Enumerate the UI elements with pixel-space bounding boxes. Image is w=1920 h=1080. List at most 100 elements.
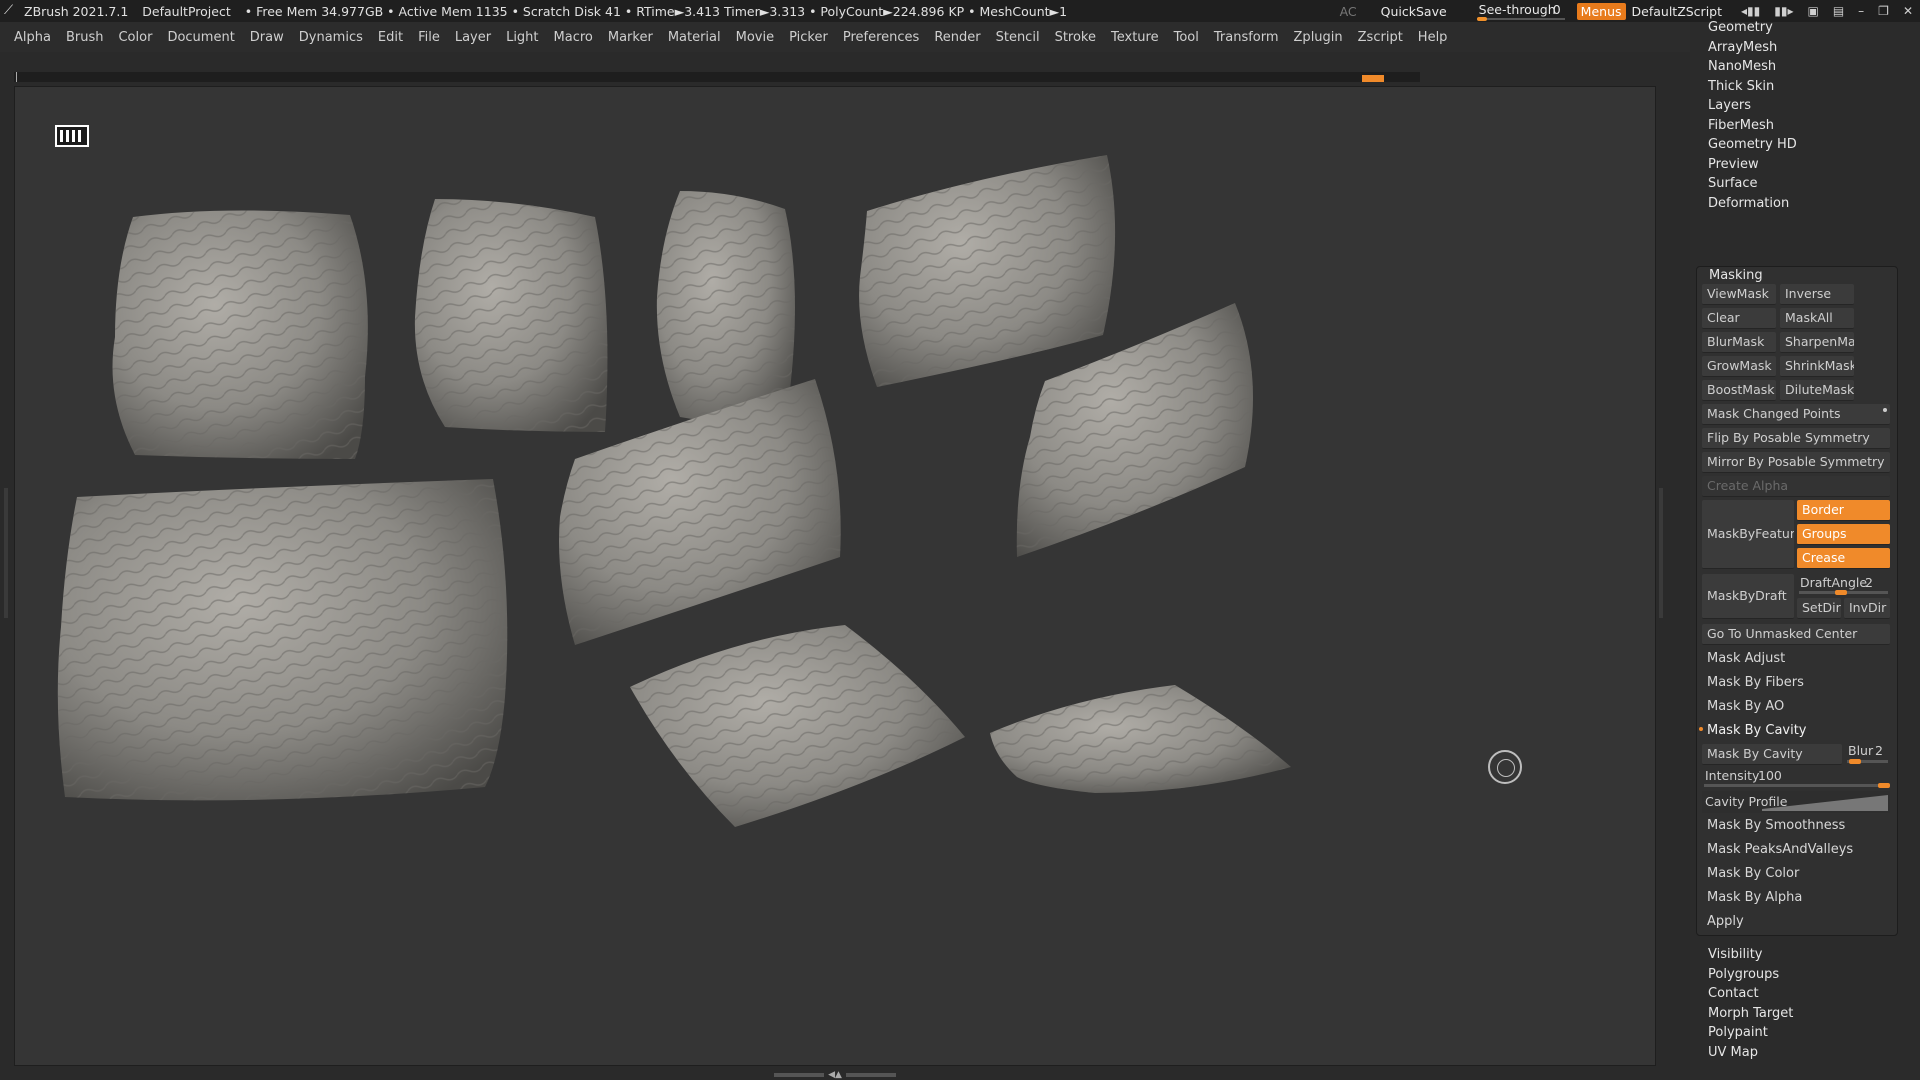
groups-toggle[interactable]: Groups [1797, 524, 1890, 545]
flip-by-posable-symmetry-button[interactable]: Flip By Posable Symmetry [1702, 428, 1890, 449]
mask-peaks-valleys-header[interactable]: Mask PeaksAndValleys [1703, 839, 1893, 861]
menu-macro[interactable]: Macro [554, 30, 593, 45]
intensity-label: Intensity [1705, 768, 1760, 783]
menu-texture[interactable]: Texture [1111, 30, 1159, 45]
draft-angle-label: DraftAngle [1800, 575, 1868, 590]
draft-angle-slider[interactable]: DraftAngle 2 [1797, 574, 1890, 595]
subpalette-uv-map[interactable]: UV Map [1708, 1042, 1758, 1064]
menu-dynamics[interactable]: Dynamics [299, 30, 363, 45]
ui-layout-right-icon[interactable]: ▮▮▸ [1774, 4, 1793, 18]
menu-stencil[interactable]: Stencil [996, 30, 1040, 45]
document-canvas[interactable] [14, 86, 1656, 1066]
menu-zplugin[interactable]: Zplugin [1294, 30, 1343, 45]
cavity-blur-knob[interactable] [1849, 759, 1861, 764]
menus-button[interactable]: Menus [1576, 2, 1626, 20]
invdir-button[interactable]: InvDir [1844, 598, 1890, 619]
ui-layout-left-icon[interactable]: ◂▮▮ [1741, 4, 1760, 18]
mask-adjust-header[interactable]: Mask Adjust [1703, 648, 1893, 670]
restore-icon[interactable]: ❐ [1878, 4, 1889, 18]
title-bar-right: AC QuickSave See-through 0 Menus Default… [1340, 0, 1920, 22]
dilutemask-button[interactable]: DiluteMask [1780, 380, 1854, 401]
pillow-mesh-8[interactable] [630, 625, 965, 827]
mirror-by-posable-symmetry-button[interactable]: Mirror By Posable Symmetry [1702, 452, 1890, 473]
pillow-meshes[interactable] [15, 87, 1657, 1067]
rotation-gizmo-icon[interactable] [1488, 750, 1522, 784]
menu-help[interactable]: Help [1418, 30, 1448, 45]
mask-by-ao-header[interactable]: Mask By AO [1703, 696, 1893, 718]
blurmask-button[interactable]: BlurMask [1702, 332, 1776, 353]
mask-by-cavity-button[interactable]: Mask By Cavity [1702, 744, 1842, 765]
growmask-button[interactable]: GrowMask [1702, 356, 1776, 377]
border-toggle[interactable]: Border [1797, 500, 1890, 521]
intensity-knob[interactable] [1878, 783, 1890, 788]
shrinkmask-button[interactable]: ShrinkMask [1780, 356, 1854, 377]
menu-render[interactable]: Render [934, 30, 980, 45]
ac-toggle[interactable]: AC [1340, 4, 1357, 19]
pillow-mesh-1[interactable] [112, 210, 368, 459]
inverse-button[interactable]: Inverse [1780, 284, 1854, 305]
close-icon[interactable]: ✕ [1903, 4, 1913, 18]
pillow-mesh-3[interactable] [656, 191, 795, 427]
timeline-marker[interactable] [1362, 75, 1384, 82]
menu-material[interactable]: Material [668, 30, 721, 45]
menu-brush[interactable]: Brush [66, 30, 104, 45]
menu-zscript[interactable]: Zscript [1358, 30, 1403, 45]
mask-by-color-header[interactable]: Mask By Color [1703, 863, 1893, 885]
subpalette-deformation[interactable]: Deformation [1708, 193, 1789, 215]
draft-angle-knob[interactable] [1835, 590, 1847, 595]
see-through-knob[interactable] [1476, 17, 1487, 21]
sharpenmask-button[interactable]: SharpenMask [1780, 332, 1854, 353]
setdir-button[interactable]: SetDir [1797, 598, 1841, 619]
menu-picker[interactable]: Picker [789, 30, 828, 45]
menu-preferences[interactable]: Preferences [843, 30, 919, 45]
bottom-tray-handle[interactable]: ◀▲ [770, 1070, 900, 1080]
mask-by-fibers-header[interactable]: Mask By Fibers [1703, 672, 1893, 694]
intensity-slider[interactable]: Intensity 100 [1702, 767, 1890, 789]
pillow-mesh-2[interactable] [414, 199, 608, 432]
clear-mask-button[interactable]: Clear [1702, 308, 1776, 329]
pillow-mesh-7[interactable] [57, 479, 508, 801]
menu-tool[interactable]: Tool [1174, 30, 1199, 45]
cavity-profile-curve[interactable]: Cavity Profile [1702, 791, 1890, 813]
menu-color[interactable]: Color [118, 30, 152, 45]
intensity-track [1704, 784, 1888, 787]
menu-stroke[interactable]: Stroke [1055, 30, 1096, 45]
maskbydraft-button[interactable]: MaskByDraft [1702, 574, 1794, 619]
timeline-strip[interactable] [14, 72, 1420, 82]
help-button-icon[interactable]: ▣ [1807, 4, 1818, 18]
mask-by-cavity-header[interactable]: Mask By Cavity [1703, 720, 1893, 742]
mask-changed-points-button[interactable]: Mask Changed Points [1702, 404, 1890, 425]
boostmask-button[interactable]: BoostMask [1702, 380, 1776, 401]
mask-changed-points-indicator [1883, 408, 1887, 412]
left-tray-handle[interactable] [4, 488, 8, 618]
pillow-mesh-9[interactable] [990, 685, 1291, 793]
masking-title[interactable]: Masking [1709, 268, 1763, 283]
see-through-slider[interactable]: See-through 0 [1475, 1, 1567, 21]
minimize-icon[interactable]: – [1858, 4, 1864, 18]
menu-movie[interactable]: Movie [736, 30, 774, 45]
pillow-mesh-4[interactable] [859, 155, 1116, 387]
menu-document[interactable]: Document [167, 30, 234, 45]
menu-marker[interactable]: Marker [608, 30, 653, 45]
menu-layer[interactable]: Layer [455, 30, 491, 45]
viewmask-button[interactable]: ViewMask [1702, 284, 1776, 305]
menu-file[interactable]: File [418, 30, 440, 45]
ui-colors-icon[interactable]: ▤ [1833, 4, 1844, 18]
maskall-button[interactable]: MaskAll [1780, 308, 1854, 329]
menu-transform[interactable]: Transform [1214, 30, 1279, 45]
menu-light[interactable]: Light [506, 30, 538, 45]
menu-alpha[interactable]: Alpha [14, 30, 51, 45]
quicksave-button[interactable]: QuickSave [1381, 4, 1447, 19]
mask-by-smoothness-header[interactable]: Mask By Smoothness [1703, 815, 1893, 837]
cavity-blur-slider[interactable]: Blur 2 [1845, 742, 1890, 764]
right-tray-handle[interactable] [1659, 488, 1663, 618]
menu-draw[interactable]: Draw [250, 30, 284, 45]
crease-toggle[interactable]: Crease [1797, 548, 1890, 569]
menu-edit[interactable]: Edit [378, 30, 403, 45]
create-alpha-button[interactable]: Create Alpha [1702, 476, 1890, 497]
go-to-unmasked-center-button[interactable]: Go To Unmasked Center [1702, 624, 1890, 645]
apply-header[interactable]: Apply [1703, 911, 1893, 933]
mask-by-alpha-header[interactable]: Mask By Alpha [1703, 887, 1893, 909]
expand-arrows-icon[interactable]: ◀▲ [828, 1070, 842, 1080]
maskbyfeature-button[interactable]: MaskByFeature [1702, 500, 1794, 569]
